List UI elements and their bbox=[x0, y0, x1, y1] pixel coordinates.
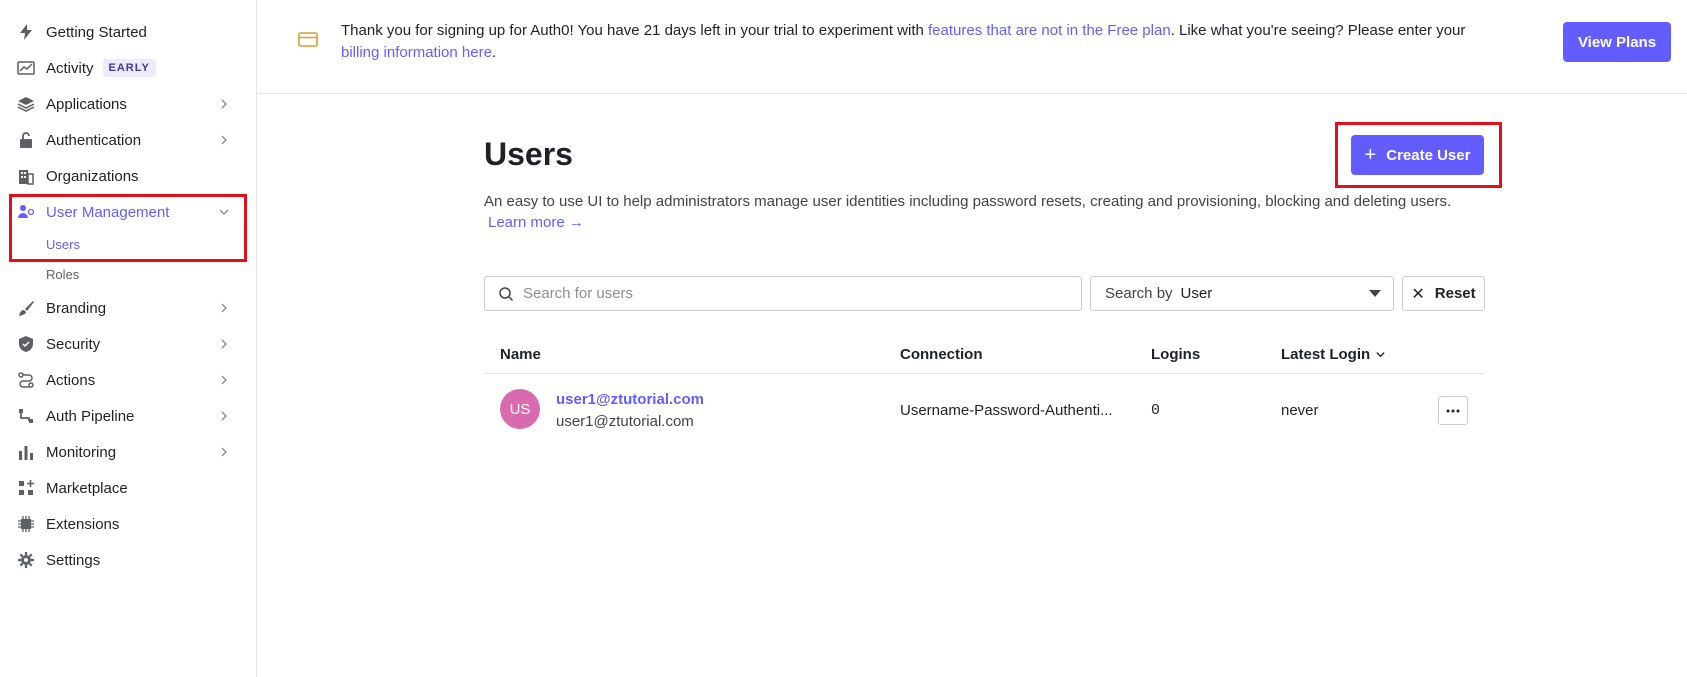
chevron-right-icon bbox=[221, 411, 227, 421]
avatar: US bbox=[500, 389, 540, 429]
sidebar-item-user-management[interactable]: User Management bbox=[0, 196, 256, 228]
sidebar: Getting Started Activity EARLY Applicati… bbox=[0, 0, 257, 677]
sidebar-item-label: User Management bbox=[46, 203, 170, 221]
user-latest-login: never bbox=[1281, 402, 1319, 419]
sidebar-item-label: Auth Pipeline bbox=[46, 407, 135, 425]
sidebar-item-label: Security bbox=[46, 335, 101, 353]
sidebar-item-label: Getting Started bbox=[46, 23, 147, 41]
layers-icon bbox=[17, 95, 35, 113]
chevron-right-icon bbox=[221, 339, 227, 349]
grid-plus-icon bbox=[17, 479, 35, 497]
search-by-label: Search by bbox=[1105, 285, 1173, 302]
trial-banner: Thank you for signing up for Auth0! You … bbox=[257, 0, 1687, 94]
sort-chevron-down-icon bbox=[1376, 352, 1385, 358]
create-user-label: Create User bbox=[1386, 146, 1471, 164]
sidebar-item-label: Monitoring bbox=[46, 443, 117, 461]
sidebar-item-getting-started[interactable]: Getting Started bbox=[0, 16, 256, 48]
user-search-field[interactable] bbox=[484, 276, 1082, 311]
reset-button[interactable]: ✕ Reset bbox=[1402, 276, 1485, 311]
close-icon: ✕ bbox=[1411, 285, 1425, 303]
sidebar-item-branding[interactable]: Branding bbox=[0, 292, 256, 324]
unlock-icon bbox=[17, 131, 35, 149]
learn-more-link[interactable]: Learn more → bbox=[488, 214, 584, 231]
activity-chart-icon bbox=[17, 59, 35, 77]
search-input[interactable] bbox=[523, 285, 1063, 302]
sidebar-item-extensions[interactable]: Extensions bbox=[0, 508, 256, 540]
early-badge: EARLY bbox=[102, 59, 156, 77]
brush-icon bbox=[17, 299, 35, 317]
flow-icon bbox=[17, 371, 35, 389]
chevron-right-icon bbox=[221, 447, 227, 457]
column-header-logins: Logins bbox=[1151, 346, 1201, 363]
sidebar-item-label: Activity bbox=[46, 59, 94, 77]
sidebar-item-monitoring[interactable]: Monitoring bbox=[0, 436, 256, 468]
sidebar-item-label: Branding bbox=[46, 299, 107, 317]
users-icon bbox=[17, 203, 35, 221]
sidebar-item-label: Actions bbox=[46, 371, 96, 389]
sidebar-item-label: Extensions bbox=[46, 515, 120, 533]
column-header-latest-login[interactable]: Latest Login bbox=[1281, 346, 1386, 363]
caret-down-icon bbox=[1369, 290, 1381, 297]
building-icon bbox=[17, 167, 35, 185]
pipeline-icon bbox=[17, 407, 35, 425]
page-description: An easy to use UI to help administrators… bbox=[484, 193, 1452, 210]
table-header-divider bbox=[484, 373, 1485, 374]
sidebar-subitem-roles[interactable]: Roles bbox=[46, 267, 79, 282]
sidebar-item-actions[interactable]: Actions bbox=[0, 364, 256, 396]
sidebar-item-label: Authentication bbox=[46, 131, 142, 149]
credit-card-icon bbox=[298, 32, 318, 47]
sidebar-item-auth-pipeline[interactable]: Auth Pipeline bbox=[0, 400, 256, 432]
more-horizontal-icon bbox=[1446, 409, 1460, 412]
sidebar-item-authentication[interactable]: Authentication bbox=[0, 124, 256, 156]
sidebar-item-activity[interactable]: Activity EARLY bbox=[0, 52, 256, 84]
user-name-link[interactable]: user1@ztutorial.com bbox=[556, 391, 704, 408]
chevron-right-icon bbox=[221, 135, 227, 145]
gear-icon bbox=[17, 551, 35, 569]
view-plans-button[interactable]: View Plans bbox=[1563, 22, 1671, 62]
search-icon bbox=[499, 286, 514, 301]
sidebar-item-settings[interactable]: Settings bbox=[0, 544, 256, 576]
banner-message: Thank you for signing up for Auth0! You … bbox=[341, 22, 1466, 61]
shield-icon bbox=[17, 335, 35, 353]
sidebar-item-label: Marketplace bbox=[46, 479, 128, 497]
sidebar-item-label: Organizations bbox=[46, 167, 139, 185]
chip-icon bbox=[17, 515, 35, 533]
chevron-right-icon bbox=[221, 99, 227, 109]
free-plan-features-link[interactable]: features that are not in the Free plan bbox=[928, 22, 1171, 39]
billing-info-link[interactable]: billing information here bbox=[341, 44, 492, 61]
page-title: Users bbox=[484, 136, 573, 172]
search-by-value: User bbox=[1180, 285, 1213, 302]
user-logins: 0 bbox=[1151, 402, 1161, 419]
column-header-connection: Connection bbox=[900, 346, 983, 363]
column-header-name: Name bbox=[500, 346, 541, 363]
lightning-icon bbox=[17, 23, 35, 41]
reset-label: Reset bbox=[1434, 285, 1476, 302]
user-email: user1@ztutorial.com bbox=[556, 413, 694, 430]
sidebar-item-security[interactable]: Security bbox=[0, 328, 256, 360]
sidebar-item-label: Settings bbox=[46, 551, 101, 569]
search-by-select[interactable]: Search by User bbox=[1090, 276, 1394, 311]
sidebar-item-marketplace[interactable]: Marketplace bbox=[0, 472, 256, 504]
chevron-down-icon bbox=[219, 209, 229, 215]
plus-icon: + bbox=[1364, 144, 1377, 166]
sidebar-item-label: Applications bbox=[46, 95, 127, 113]
user-connection: Username-Password-Authenti... bbox=[900, 402, 1113, 419]
chevron-right-icon bbox=[221, 375, 227, 385]
bar-chart-icon bbox=[17, 443, 35, 461]
sidebar-item-applications[interactable]: Applications bbox=[0, 88, 256, 120]
create-user-button[interactable]: + Create User bbox=[1351, 135, 1484, 175]
row-actions-button[interactable] bbox=[1438, 396, 1468, 425]
sidebar-subitem-users[interactable]: Users bbox=[46, 237, 80, 252]
sidebar-item-organizations[interactable]: Organizations bbox=[0, 160, 256, 192]
chevron-right-icon bbox=[221, 303, 227, 313]
